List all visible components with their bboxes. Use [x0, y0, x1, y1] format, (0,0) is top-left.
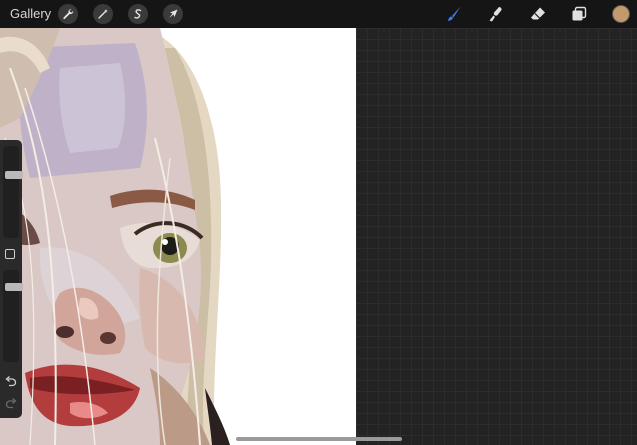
selection-button[interactable] [128, 4, 148, 24]
selection-icon [134, 9, 142, 19]
top-toolbar: Gallery [0, 0, 637, 28]
undo-button[interactable] [4, 374, 18, 388]
color-swatch[interactable] [612, 5, 630, 23]
transform-arrow-icon [169, 9, 178, 18]
opacity-thumb[interactable] [5, 282, 23, 291]
smudge-icon [489, 7, 502, 22]
wrench-icon [63, 9, 74, 20]
brush-icon [448, 6, 461, 21]
layers-button[interactable] [569, 4, 589, 24]
modify-button[interactable] [5, 249, 15, 259]
portrait-painting [0, 28, 230, 445]
undo-icon [5, 376, 17, 387]
gallery-button[interactable]: Gallery [10, 6, 51, 21]
eraser-icon [531, 7, 545, 20]
layers-icon [572, 6, 587, 21]
opacity-slider[interactable] [3, 270, 23, 362]
workspace-background [356, 28, 637, 445]
redo-icon [5, 398, 17, 409]
smudge-tool[interactable] [486, 4, 506, 24]
brush-size-thumb[interactable] [5, 171, 23, 180]
magic-wand-icon [98, 9, 108, 19]
brush-size-slider[interactable] [3, 146, 23, 238]
transform-button[interactable] [163, 4, 183, 24]
brush-tool[interactable] [444, 4, 464, 24]
redo-button[interactable] [4, 396, 18, 410]
side-toolbar [0, 140, 23, 418]
drawing-canvas[interactable] [0, 28, 356, 445]
adjustments-button[interactable] [93, 4, 113, 24]
actions-button[interactable] [58, 4, 78, 24]
home-indicator[interactable] [236, 437, 402, 441]
eraser-tool[interactable] [528, 4, 548, 24]
